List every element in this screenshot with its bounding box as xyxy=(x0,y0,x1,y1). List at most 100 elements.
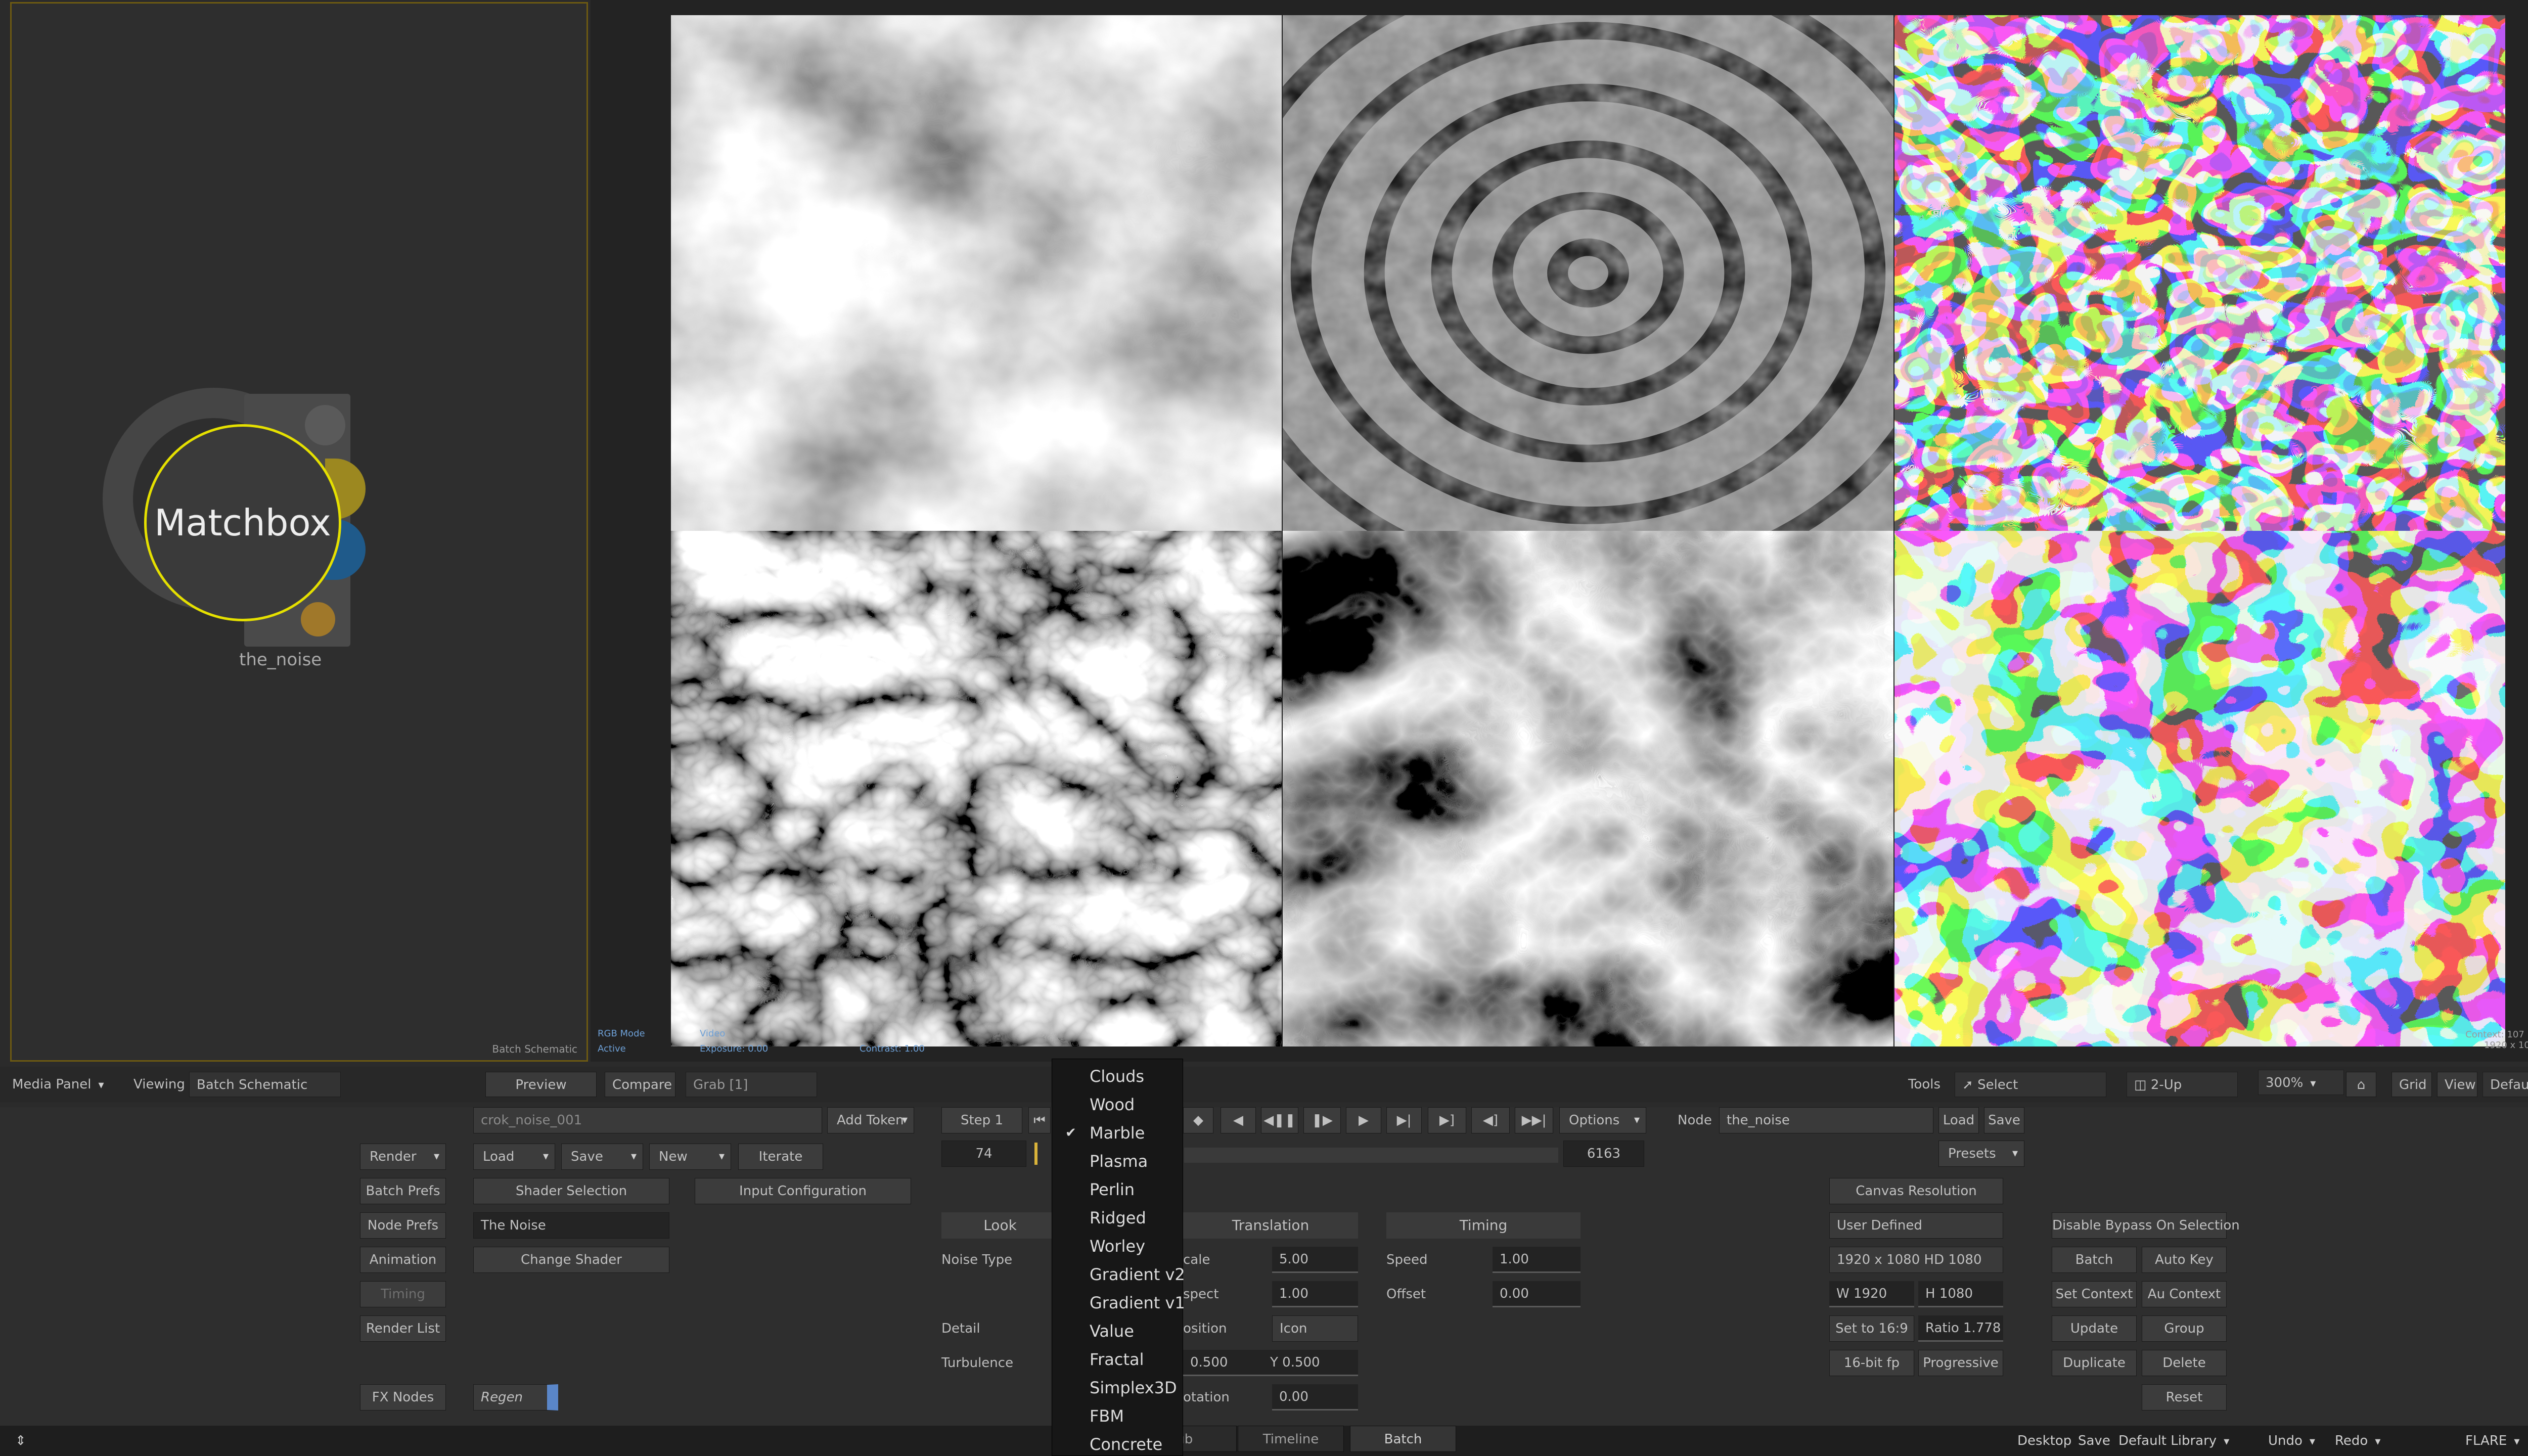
fx-nodes-button[interactable]: FX Nodes xyxy=(360,1384,446,1410)
goto-start-icon[interactable]: ⏮ xyxy=(1028,1107,1051,1133)
au-context-button[interactable]: Au Context xyxy=(2142,1281,2227,1307)
menu-item-wood[interactable]: Wood xyxy=(1052,1090,1183,1119)
pause-icon[interactable]: ❚▶ xyxy=(1303,1107,1341,1133)
grab-field[interactable]: Grab [1] xyxy=(686,1072,817,1097)
node-save-button[interactable]: Save xyxy=(1984,1107,2024,1133)
menu-item-fbm[interactable]: FBM xyxy=(1052,1402,1183,1430)
flare-dropdown[interactable]: FLARE xyxy=(2465,1430,2519,1452)
disable-bypass-button[interactable]: Disable Bypass On Selection xyxy=(2052,1212,2240,1239)
save-dropdown[interactable]: Save xyxy=(561,1144,643,1170)
grid-button[interactable]: Grid xyxy=(2391,1072,2432,1097)
view-button[interactable]: View xyxy=(2437,1072,2477,1097)
output-name-field[interactable]: crok_noise_001 xyxy=(473,1107,822,1133)
menu-item-gradient-v1[interactable]: Gradient v1 xyxy=(1052,1289,1185,1317)
noise-type-menu[interactable]: Clouds Wood ✔ Marble Plasma Perlin Ridged… xyxy=(1052,1059,1185,1456)
new-dropdown[interactable]: New xyxy=(649,1144,731,1170)
view-default-field[interactable]: Default xyxy=(2482,1072,2528,1097)
speed-field[interactable]: 1.00 xyxy=(1493,1247,1581,1273)
menu-item-ridged[interactable]: Ridged xyxy=(1052,1204,1183,1232)
preview-button[interactable]: Preview xyxy=(485,1072,597,1097)
position-x-field[interactable]: 0.500 xyxy=(1183,1350,1264,1376)
scan-mode-button[interactable]: Progressive xyxy=(1918,1350,2003,1376)
resolution-field[interactable]: 1920 x 1080 HD 1080 xyxy=(1829,1247,2003,1273)
group-button[interactable]: Group xyxy=(2142,1315,2227,1342)
zoom-dropdown[interactable]: 300% xyxy=(2258,1070,2344,1095)
node-output-socket[interactable] xyxy=(301,602,335,636)
viewer[interactable] xyxy=(591,0,2528,1062)
current-frame-field[interactable]: 74 xyxy=(941,1141,1026,1167)
mark-in-icon[interactable]: ▶] xyxy=(1428,1107,1466,1133)
presets-dropdown[interactable]: Presets xyxy=(1938,1141,2024,1167)
load-dropdown[interactable]: Load xyxy=(473,1144,555,1170)
menu-item-concrete[interactable]: Concrete xyxy=(1052,1430,1183,1456)
node-load-button[interactable]: Load xyxy=(1938,1107,1979,1133)
expand-icon[interactable]: ⇕ xyxy=(15,1430,26,1452)
compare-button[interactable]: Compare xyxy=(605,1072,675,1097)
render-button[interactable]: Render xyxy=(360,1144,446,1170)
media-panel-dropdown[interactable]: Media Panel xyxy=(5,1072,111,1097)
position-mode-field[interactable]: Icon xyxy=(1272,1315,1358,1342)
node-name-field[interactable]: the_noise xyxy=(1719,1107,1933,1133)
layout-2up[interactable]: ◫ 2-Up xyxy=(2127,1072,2238,1097)
batch-prefs-button[interactable]: Batch Prefs xyxy=(360,1178,446,1204)
width-field[interactable]: W 1920 xyxy=(1829,1281,1914,1307)
set-16-9-button[interactable]: Set to 16:9 xyxy=(1829,1315,1914,1342)
update-button[interactable]: Update xyxy=(2052,1315,2137,1342)
menu-item-gradient-v2[interactable]: Gradient v2 xyxy=(1052,1260,1185,1289)
next-frame-icon[interactable]: ▶| xyxy=(1386,1107,1422,1133)
shader-selection-button[interactable]: Shader Selection xyxy=(473,1178,669,1204)
menu-item-marble[interactable]: ✔ Marble xyxy=(1052,1119,1183,1147)
library-dropdown[interactable]: Default Library xyxy=(2118,1430,2229,1452)
tab-batch[interactable]: Batch xyxy=(1350,1426,1456,1452)
menu-item-perlin[interactable]: Perlin xyxy=(1052,1175,1183,1204)
offset-field[interactable]: 0.00 xyxy=(1493,1281,1581,1307)
desktop-button[interactable]: Desktop xyxy=(2017,1430,2071,1452)
end-frame-field[interactable]: 6163 xyxy=(1563,1141,1644,1167)
look-header[interactable]: Look xyxy=(941,1212,1059,1239)
timing-header[interactable]: Timing xyxy=(1386,1212,1581,1239)
add-token-dropdown[interactable]: Add Token xyxy=(827,1107,914,1133)
node-input-socket[interactable] xyxy=(305,405,345,445)
shader-name-field[interactable]: The Noise xyxy=(473,1212,669,1239)
mark-out-icon[interactable]: ◀] xyxy=(1471,1107,1510,1133)
tab-timeline[interactable]: Timeline xyxy=(1238,1426,1344,1452)
duplicate-button[interactable]: Duplicate xyxy=(2052,1350,2137,1376)
step-button[interactable]: Step 1 xyxy=(941,1107,1022,1133)
canvas-resolution-button[interactable]: Canvas Resolution xyxy=(1829,1178,2003,1204)
redo-dropdown[interactable]: Redo xyxy=(2335,1430,2380,1452)
position-y-field[interactable]: Y 0.500 xyxy=(1263,1350,1358,1376)
translation-header[interactable]: Translation xyxy=(1183,1212,1358,1239)
node-prefs-button[interactable]: Node Prefs xyxy=(360,1212,446,1239)
resolution-preset-field[interactable]: User Defined xyxy=(1829,1212,2003,1239)
animation-button[interactable]: Animation xyxy=(360,1247,446,1273)
scale-field[interactable]: 5.00 xyxy=(1272,1247,1358,1273)
height-field[interactable]: H 1080 xyxy=(1918,1281,2003,1307)
menu-item-clouds[interactable]: Clouds xyxy=(1052,1062,1183,1090)
reset-button[interactable]: Reset xyxy=(2142,1384,2227,1410)
prev-key-icon[interactable]: ◆ xyxy=(1183,1107,1213,1133)
iterate-button[interactable]: Iterate xyxy=(738,1144,823,1170)
batch-schematic-panel[interactable]: Matchbox the_noise Batch Schematic xyxy=(10,2,588,1062)
regen-toggle[interactable]: Regen xyxy=(473,1384,558,1410)
play-reverse-icon[interactable]: ◀❚❚ xyxy=(1261,1107,1298,1133)
ratio-field[interactable]: Ratio 1.778 xyxy=(1918,1315,2003,1342)
menu-item-worley[interactable]: Worley xyxy=(1052,1232,1183,1260)
matchbox-node[interactable]: Matchbox the_noise xyxy=(103,388,386,671)
menu-item-value[interactable]: Value xyxy=(1052,1317,1183,1345)
bit-depth-button[interactable]: 16-bit fp xyxy=(1829,1350,1914,1376)
play-icon[interactable]: ▶ xyxy=(1346,1107,1381,1133)
step-back-icon[interactable]: ◀ xyxy=(1221,1107,1256,1133)
auto-key-button[interactable]: Auto Key xyxy=(2142,1247,2227,1273)
home-icon[interactable]: ⌂ xyxy=(2346,1072,2376,1097)
menu-item-plasma[interactable]: Plasma xyxy=(1052,1147,1183,1175)
viewing-field[interactable]: Batch Schematic xyxy=(189,1072,341,1097)
rotation-field[interactable]: 0.00 xyxy=(1272,1384,1358,1410)
goto-end-icon[interactable]: ▶▶| xyxy=(1515,1107,1553,1133)
node-body[interactable]: Matchbox xyxy=(144,424,341,621)
aspect-field[interactable]: 1.00 xyxy=(1272,1281,1358,1307)
select-tool[interactable]: ➚ Select xyxy=(1955,1072,2106,1097)
options-dropdown[interactable]: Options xyxy=(1559,1107,1646,1133)
undo-dropdown[interactable]: Undo xyxy=(2268,1430,2315,1452)
input-configuration-button[interactable]: Input Configuration xyxy=(695,1178,911,1204)
render-list-button[interactable]: Render List xyxy=(360,1315,446,1342)
